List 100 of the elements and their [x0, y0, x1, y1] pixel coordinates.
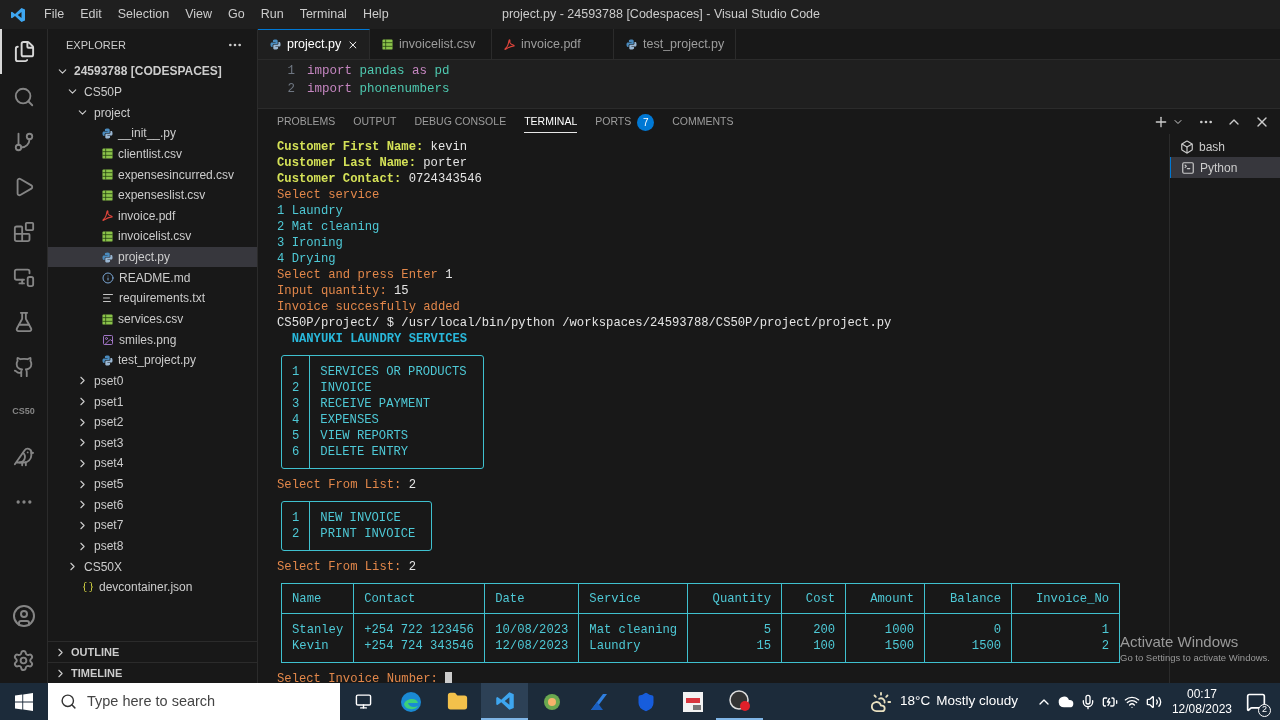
taskbar-search-field[interactable]: Type here to search — [48, 683, 340, 720]
panel-tab[interactable]: COMMENTS — [672, 111, 734, 133]
search-icon[interactable] — [12, 85, 35, 108]
branch-icon[interactable] — [12, 130, 35, 153]
settings-icon[interactable] — [12, 649, 35, 672]
menu-item[interactable]: Selection — [109, 5, 178, 24]
tree-folder[interactable]: 24593788 [CODESPACES] — [48, 61, 257, 82]
recorder-icon[interactable] — [728, 689, 751, 712]
terminal-line: Customer First Name: kevin — [277, 139, 469, 155]
table-cell: 10/08/2023 — [495, 623, 569, 637]
tree-folder[interactable]: pset4 — [48, 453, 257, 474]
menu-number: 5 — [292, 428, 300, 444]
tree-document[interactable]: requirements.txt — [48, 288, 257, 309]
window-title: project.py - 24593788 [Codespaces] - Visual Studio Code — [502, 6, 821, 24]
editor-tab[interactable]: invoice.pdf — [492, 29, 614, 59]
editor-tab[interactable]: project.py — [258, 29, 370, 59]
notifications-icon[interactable] — [1246, 691, 1266, 712]
app-icon[interactable] — [682, 691, 703, 712]
menu-number: 1 — [292, 364, 300, 380]
column-header: Invoice_No — [1011, 583, 1120, 614]
clock-time[interactable]: 00:17 — [1186, 686, 1217, 702]
tree-folder[interactable]: CS50X — [48, 556, 257, 577]
panel-tab[interactable]: PROBLEMS — [277, 111, 336, 133]
extensions-icon[interactable] — [12, 220, 35, 243]
cs50-label[interactable]: CS50 — [12, 404, 35, 419]
menu-option: NEW INVOICE — [320, 510, 416, 526]
menu-item[interactable]: Go — [220, 5, 253, 24]
panel-tab[interactable]: OUTPUT — [353, 111, 397, 133]
table-cell: 5 — [763, 623, 772, 637]
tree-folder[interactable]: pset0 — [48, 370, 257, 392]
editor-app-icon[interactable] — [494, 690, 515, 711]
menu-number: 2 — [292, 526, 300, 542]
tree-folder[interactable]: project — [48, 102, 257, 123]
panel-tab[interactable]: DEBUG CONSOLE — [414, 111, 507, 133]
terminal-line: 1 Laundry — [277, 203, 344, 219]
menu-number: 1 — [292, 510, 300, 526]
weather-condition: Mostly cloudy — [936, 692, 1018, 711]
table-cell: Mat cleaning — [589, 623, 678, 637]
menu-item[interactable]: Help — [354, 5, 397, 24]
tree-folder[interactable]: pset7 — [48, 515, 257, 536]
table-cell: +254 722 123456 — [364, 623, 474, 637]
tree-document[interactable]: services.csv — [48, 308, 257, 330]
tree-folder[interactable]: pset6 — [48, 494, 257, 516]
tree-document[interactable]: expenseslist.csv — [48, 184, 257, 206]
tree-document[interactable]: README.md — [48, 267, 257, 289]
spreadsheet-icon — [102, 313, 113, 325]
column-header: Name — [281, 583, 354, 614]
menu-item[interactable]: Terminal — [291, 5, 355, 24]
pdf-icon — [504, 38, 515, 50]
column-header: Quantity — [687, 583, 782, 614]
menu-option: PRINT INVOICE — [320, 526, 416, 542]
tree-document[interactable]: clientlist.csv — [48, 143, 257, 165]
app-icon[interactable] — [541, 691, 562, 712]
tree-document[interactable]: test_project.py — [48, 349, 257, 371]
table-cell: 0 — [993, 623, 1002, 637]
duck-icon[interactable] — [12, 445, 35, 468]
tree-document[interactable]: smiles.png — [48, 329, 257, 350]
panel-tab[interactable]: TERMINAL — [524, 111, 578, 133]
editor-tab[interactable]: invoicelist.csv — [370, 29, 492, 59]
clock-date[interactable]: 12/08/2023 — [1171, 701, 1232, 717]
code-line: import pandas as pd — [307, 62, 450, 80]
terminal-session[interactable]: bash — [1170, 136, 1280, 157]
tree-folder[interactable]: CS50P — [48, 81, 257, 103]
new-terminal-icon[interactable] — [1153, 114, 1169, 130]
panel-tab[interactable]: PORTS 7 — [595, 111, 655, 133]
tree-document[interactable]: project.py — [48, 246, 257, 268]
tree-document[interactable]: __init__.py — [48, 122, 257, 144]
editor-tab[interactable]: test_project.py — [614, 29, 736, 59]
tree-document[interactable]: invoice.pdf — [48, 205, 257, 227]
account-icon[interactable] — [11, 603, 36, 628]
tree-folder[interactable]: pset5 — [48, 473, 257, 495]
temperature: 18°C — [900, 692, 931, 711]
tree-folder[interactable]: pset1 — [48, 391, 257, 412]
spreadsheet-icon — [102, 189, 113, 201]
pdf-icon — [102, 210, 113, 222]
tree-document[interactable]: expensesincurred.csv — [48, 164, 257, 185]
task-view-icon[interactable] — [355, 693, 372, 710]
tree-document[interactable]: devcontainer.json — [48, 577, 257, 598]
start-icon[interactable] — [15, 692, 33, 711]
image-icon — [102, 333, 114, 346]
terminal-line: 3 Ironing — [277, 235, 344, 251]
menu-item[interactable]: File — [36, 5, 73, 24]
section-header[interactable]: OUTLINE — [48, 641, 257, 662]
menu-item[interactable]: Run — [252, 5, 292, 24]
browser-icon[interactable] — [399, 690, 422, 713]
menu-option: INVOICE — [320, 380, 467, 396]
tree-folder[interactable]: pset3 — [48, 432, 257, 454]
terminal-session[interactable]: Python — [1170, 157, 1280, 178]
menu-item[interactable]: Edit — [72, 5, 110, 24]
tree-document[interactable]: invoicelist.csv — [48, 226, 257, 247]
folder-icon[interactable] — [447, 691, 468, 712]
menu-option: SERVICES OR PRODUCTS — [320, 364, 467, 380]
tree-folder[interactable]: pset8 — [48, 535, 257, 557]
menu-option: DELETE ENTRY — [320, 444, 467, 460]
tree-folder[interactable]: pset2 — [48, 411, 257, 433]
files-icon[interactable] — [13, 40, 36, 63]
github-icon[interactable] — [12, 355, 35, 378]
table-cell: Laundry — [589, 639, 641, 653]
volume-icon[interactable] — [1145, 693, 1162, 710]
menu-item[interactable]: View — [177, 5, 220, 24]
